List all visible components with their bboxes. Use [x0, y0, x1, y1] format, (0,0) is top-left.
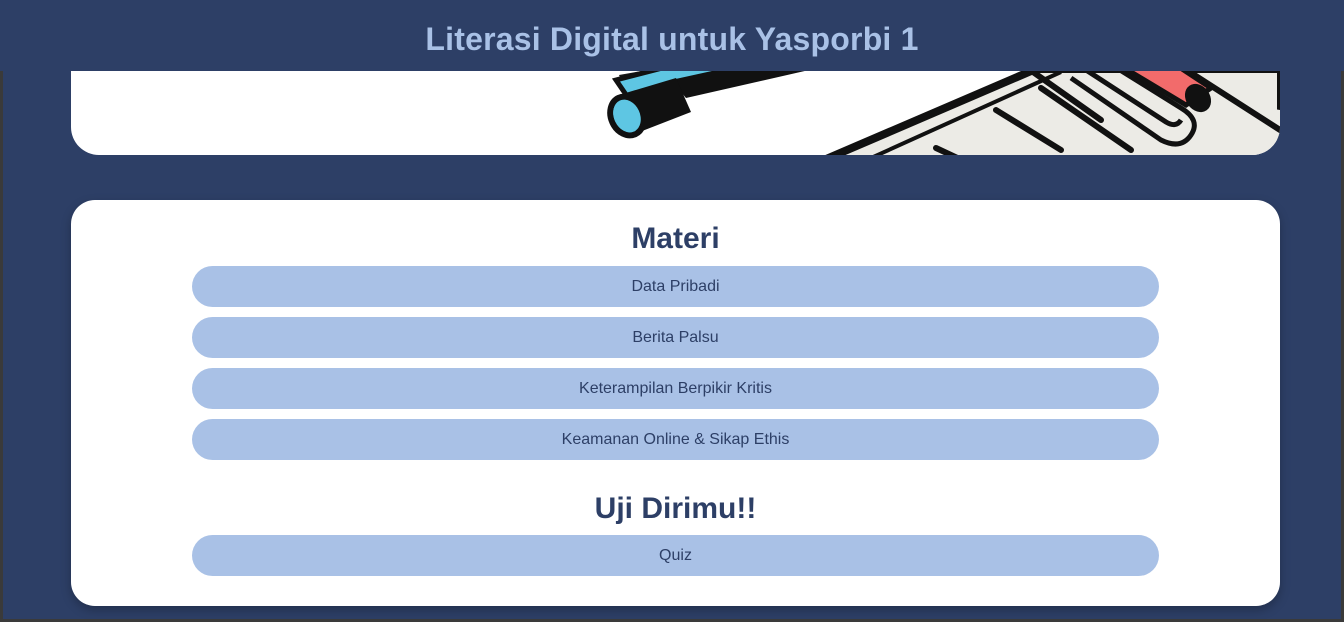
materi-button-berpikir-kritis[interactable]: Keterampilan Berpikir Kritis — [192, 368, 1159, 409]
menu-card: Materi Data Pribadi Berita Palsu Keteram… — [71, 200, 1280, 606]
materi-button-keamanan-online[interactable]: Keamanan Online & Sikap Ethis — [192, 419, 1159, 460]
materi-heading: Materi — [631, 222, 720, 255]
site-header: Literasi Digital untuk Yasporbi 1 — [0, 0, 1344, 71]
materi-button-berita-palsu[interactable]: Berita Palsu — [192, 317, 1159, 358]
uji-heading: Uji Dirimu!! — [594, 492, 757, 525]
site-title: Literasi Digital untuk Yasporbi 1 — [425, 21, 919, 57]
materi-button-data-pribadi[interactable]: Data Pribadi — [192, 266, 1159, 307]
quiz-button[interactable]: Quiz — [192, 535, 1159, 576]
